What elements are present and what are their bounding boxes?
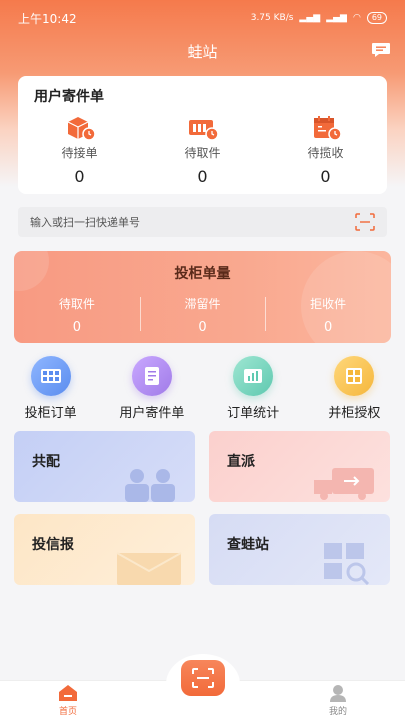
signal-1-icon: ▂▄▆ [299,13,321,23]
delivery-truck-icon [314,468,374,500]
cabinet-stat-value: 0 [324,320,333,335]
cabinet-stat-pending-pickup[interactable]: 待取件 0 [14,295,140,335]
status-time: 上午10:42 [18,11,77,26]
stat-pending-collect[interactable]: 待揽收 0 [264,114,387,186]
envelope-icon [116,552,182,585]
net-speed: 3.75 KB/s [250,13,294,23]
quick-label: 投柜订单 [24,406,77,421]
cabinet-stat-label: 待取件 [58,297,95,311]
nav-home[interactable]: 首页 [38,684,98,717]
nav-mine[interactable]: 我的 [308,684,368,717]
stat-value: 0 [74,167,85,186]
stat-value: 0 [320,167,331,186]
people-illustration-icon [125,469,175,502]
quick-label: 订单统计 [227,406,280,421]
cabinet-stat-value: 0 [198,320,207,335]
tile-find-station[interactable]: 查蛙站 [209,514,390,585]
cabinet-stat-stranded[interactable]: 滞留件 0 [139,295,266,335]
stat-pending-accept[interactable]: 待接单 0 [18,114,141,186]
tile-label: 共配 [32,454,60,470]
home-icon [59,685,77,701]
nav-label: 首页 [58,707,77,717]
scan-button[interactable] [181,660,225,696]
stat-label: 待取件 [184,146,221,160]
tile-direct-delivery[interactable]: 直派 [209,431,390,502]
tile-label: 直派 [227,454,255,470]
tile-co-delivery[interactable]: 共配 [14,431,195,502]
quick-user-orders[interactable]: 用户寄件单 [104,356,200,421]
page-title: 蛙站 [187,42,218,61]
stat-label: 待揽收 [307,146,344,160]
quick-label: 用户寄件单 [119,406,185,421]
cabinet-stat-label: 拒收件 [310,297,347,311]
search-grid-icon [324,543,370,585]
battery-icon: 69 [366,12,387,24]
user-orders-title: 用户寄件单 [34,89,104,105]
tile-mail-report[interactable]: 投信报 [14,514,195,585]
cabinet-stat-rejected[interactable]: 拒收件 0 [265,295,391,335]
user-icon [330,685,346,702]
chart-icon [233,356,274,396]
stat-pending-pickup[interactable]: 待取件 0 [141,114,264,186]
tracking-number-input[interactable] [30,215,355,229]
quick-actions: 投柜订单 用户寄件单 订单统计 并柜授权 [0,356,405,421]
message-icon[interactable] [371,42,391,58]
calendar-clock-icon [313,116,342,141]
signal-2-icon: ▂▄▆ [326,13,347,23]
truck-clock-icon [188,120,219,141]
stat-value: 0 [197,167,208,186]
cabinet-title: 投柜单量 [174,266,231,282]
scan-icon [192,668,214,688]
scan-icon[interactable] [355,213,375,231]
quick-order-stats[interactable]: 订单统计 [205,356,301,421]
cabinet-volume-card[interactable]: 投柜单量 待取件 0 滞留件 0 拒收件 0 [14,251,391,343]
search-bar [18,207,387,237]
quick-label: 并柜授权 [328,406,381,421]
document-icon [131,356,172,396]
cabinet-stat-label: 滞留件 [184,297,221,311]
wifi-icon: ◠ [352,13,361,23]
stat-label: 待接单 [61,146,98,160]
quick-merge-auth[interactable]: 并柜授权 [306,356,402,421]
status-bar: 上午10:42 3.75 KB/s ▂▄▆ ▂▄▆ ◠ 69 [0,0,405,36]
tile-label: 投信报 [32,537,74,553]
cabinet-grid-icon [30,356,71,396]
merge-cabinet-icon [334,356,375,396]
nav-label: 我的 [328,707,347,717]
title-bar: 蛙站 [0,36,405,66]
status-icons: 3.75 KB/s ▂▄▆ ▂▄▆ ◠ 69 [251,12,387,24]
quick-cabinet-orders[interactable]: 投柜订单 [3,356,99,421]
user-orders-card: 用户寄件单 待接单 0 待取件 0 待揽收 0 [18,76,387,194]
package-clock-icon [67,117,96,141]
cabinet-stat-value: 0 [72,320,81,335]
tile-label: 查蛙站 [227,537,269,553]
